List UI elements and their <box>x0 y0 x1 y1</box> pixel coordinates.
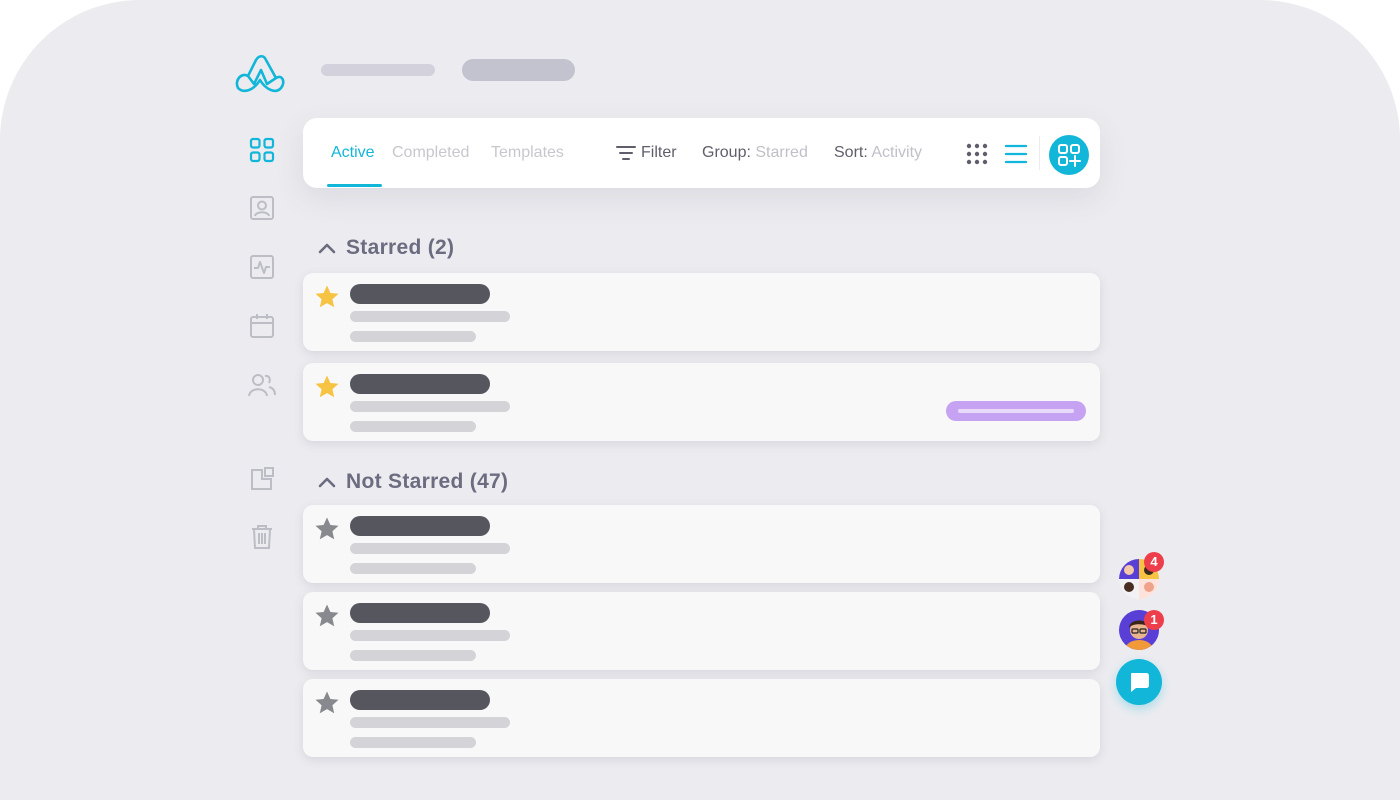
breadcrumb-item[interactable] <box>321 64 435 76</box>
breadcrumb-item-current[interactable] <box>462 59 575 81</box>
users-icon <box>248 374 276 397</box>
card-text-placeholder <box>350 401 510 412</box>
filter-button[interactable]: Filter <box>641 144 677 162</box>
card-title-placeholder <box>350 374 490 394</box>
board-card[interactable] <box>303 273 1100 351</box>
section-title: Not Starred (47) <box>346 470 509 493</box>
direct-chat-avatar[interactable]: 1 <box>1119 610 1164 650</box>
add-board-icon <box>1058 144 1081 167</box>
sidebar-item-trash[interactable] <box>240 517 284 557</box>
card-text-placeholder <box>350 650 476 661</box>
group-dropdown[interactable]: Group: Starred <box>702 144 808 162</box>
tab-completed[interactable]: Completed <box>392 144 469 162</box>
card-text-placeholder <box>350 331 476 342</box>
tab-active[interactable]: Active <box>331 144 375 162</box>
sidebar-item-archive[interactable] <box>240 459 284 499</box>
group-chat-avatar[interactable]: 4 <box>1119 552 1164 599</box>
card-text-placeholder <box>350 563 476 574</box>
grid-view-button[interactable] <box>963 140 991 168</box>
board-card[interactable] <box>303 592 1100 670</box>
grid-view-icon <box>966 143 988 165</box>
group-label: Group: <box>702 144 751 161</box>
section-header-not-starred[interactable]: Not Starred (47) <box>316 470 508 494</box>
group-value: Starred <box>755 144 808 161</box>
toolbar-divider <box>1039 136 1040 170</box>
card-text-placeholder <box>350 421 476 432</box>
star-filled-icon[interactable] <box>314 374 340 400</box>
add-board-button[interactable] <box>1049 135 1089 175</box>
card-text-placeholder <box>350 630 510 641</box>
sidebar-item-contacts[interactable] <box>240 188 284 228</box>
active-tab-indicator <box>327 184 382 187</box>
section-title: Starred (2) <box>346 236 455 259</box>
board-card[interactable] <box>303 363 1100 441</box>
chat-bubble-icon <box>1131 673 1149 692</box>
card-text-placeholder <box>350 311 510 322</box>
section-header-starred[interactable]: Starred (2) <box>316 236 454 260</box>
list-view-icon <box>1005 144 1027 164</box>
grid-icon <box>249 137 275 163</box>
board-toolbar: Active Completed Templates Filter Group:… <box>303 118 1100 188</box>
board-card[interactable] <box>303 505 1100 583</box>
star-filled-icon[interactable] <box>314 284 340 310</box>
card-title-placeholder <box>350 284 490 304</box>
card-text-placeholder <box>350 543 510 554</box>
app-frame: Active Completed Templates Filter Group:… <box>0 0 1400 800</box>
chat-button[interactable] <box>1116 659 1162 705</box>
sort-dropdown[interactable]: Sort: Activity <box>834 144 922 162</box>
sidebar-item-activity[interactable] <box>240 247 284 287</box>
star-outline-icon[interactable] <box>314 516 340 542</box>
sort-value: Activity <box>871 144 923 161</box>
trash-icon <box>252 525 272 549</box>
notification-badge: 1 <box>1144 610 1164 630</box>
chevron-up-icon <box>316 237 338 259</box>
archive-icon <box>251 467 274 490</box>
notification-badge: 4 <box>1144 552 1164 572</box>
tab-templates[interactable]: Templates <box>491 144 564 162</box>
sidebar-item-boards[interactable] <box>240 130 284 170</box>
card-text-placeholder <box>350 737 476 748</box>
board-card[interactable] <box>303 679 1100 757</box>
chevron-up-icon <box>316 471 338 493</box>
app-logo-icon[interactable] <box>234 54 286 94</box>
card-title-placeholder <box>350 516 490 536</box>
sort-label: Sort: <box>834 144 868 161</box>
card-title-placeholder <box>350 690 490 710</box>
sidebar-item-calendar[interactable] <box>240 306 284 346</box>
card-title-placeholder <box>350 603 490 623</box>
calendar-icon <box>250 314 274 338</box>
contact-card-icon <box>250 196 274 220</box>
filter-icon[interactable] <box>616 145 636 161</box>
activity-icon <box>250 255 274 279</box>
card-tag <box>946 401 1086 421</box>
list-view-button[interactable] <box>1002 140 1030 168</box>
sidebar-item-team[interactable] <box>240 365 284 405</box>
card-text-placeholder <box>350 717 510 728</box>
star-outline-icon[interactable] <box>314 690 340 716</box>
star-outline-icon[interactable] <box>314 603 340 629</box>
